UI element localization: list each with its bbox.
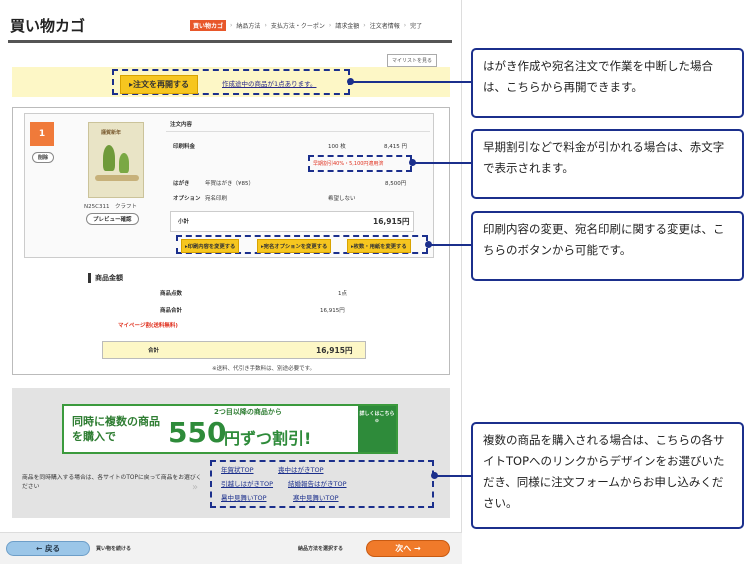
link-kanchu-top[interactable]: 寒中見舞いTOP [293, 492, 339, 502]
mylist-button[interactable]: マイリストを見る [387, 54, 438, 67]
step-payment: 支払方法・クーポン [270, 23, 325, 30]
step-separator-icon: › [230, 22, 233, 29]
back-button[interactable]: ← 戻る [6, 541, 90, 556]
banner-suffix: 円ずつ割引! [224, 429, 312, 448]
callout-discount: 早期割引などで料金が引かれる場合は、赤文字で表示されます。 [471, 129, 744, 199]
shipping-note: ※送料、代引き手数料は、別途必要です。 [212, 366, 316, 372]
summary-count-label: 商品点数 [160, 291, 183, 297]
postcard-price: 8,500円 [385, 181, 407, 187]
arrow-left-icon: ← [36, 544, 45, 553]
link-kekkon-top[interactable]: 結婚報告はがきTOP [288, 478, 347, 488]
summary-heading: 商品金額 [88, 273, 123, 283]
discount-note: 早期割引40%・5,100円適用済 [313, 161, 384, 167]
next-button-label: 次へ [395, 544, 412, 553]
banner-amount: 550 [168, 416, 227, 449]
change-print-button[interactable]: ▸印刷内容を変更する [181, 239, 240, 253]
plant-illustration [103, 145, 115, 171]
promo-text: 商品を同時購入する場合は、各サイトのTOPに戻って商品をお選びください [22, 475, 202, 490]
delete-button[interactable]: 削除 [32, 152, 55, 163]
callout-links: 複数の商品を購入される場合は、こちらの各サイトTOPへのリンクからデザインをお選… [471, 422, 744, 529]
link-mochu-top[interactable]: 喪中はがきTOP [278, 464, 324, 474]
connector-line [350, 81, 471, 83]
link-shochu-top[interactable]: 暑中見舞いTOP [221, 492, 267, 502]
resume-order-button[interactable]: ▸注文を再開する [120, 75, 199, 94]
banner-details-button[interactable]: 詳しくはこちら ⊙ [358, 406, 396, 452]
option-value: 希望しない [328, 196, 356, 202]
step-complete: 完了 [410, 23, 423, 30]
card-thumbnail[interactable]: 謹賀新年 [88, 122, 144, 198]
banner-details-label: 詳しくはこちら [359, 411, 395, 417]
total-value: 16,915円 [316, 346, 353, 355]
step-separator-icon: › [403, 22, 407, 29]
arrow-right-icon: → [411, 544, 421, 553]
arrow-circle-icon: ⊙ [374, 418, 380, 424]
option-desc: 宛名印刷 [205, 196, 228, 202]
step-delivery: 納品方法 [236, 23, 261, 30]
step-separator-icon: › [264, 22, 267, 29]
option-label: オプション [173, 196, 201, 202]
back-button-label: 戻る [44, 544, 60, 553]
content-heading: 注文内容 [166, 120, 430, 132]
print-fee-label: 印刷料金 [173, 144, 196, 150]
print-price: 8,415 円 [384, 144, 407, 150]
double-arrow-icon: » [192, 482, 199, 493]
banner-left-text: 同時に複数の商品を購入で [72, 415, 160, 443]
step-separator-icon: › [328, 22, 332, 29]
ground-illustration [95, 175, 139, 181]
summary-count-value: 1点 [338, 291, 347, 297]
change-quantity-button[interactable]: ▸枚数・用紙を変更する [347, 239, 411, 253]
summary-subtotal-value: 16,915円 [320, 308, 345, 314]
connector-line [428, 244, 471, 246]
step-current: 買い物カゴ [190, 20, 227, 31]
select-delivery-label: 納品方法を選択する [298, 546, 344, 552]
plant-illustration [119, 153, 129, 173]
connector-dot [409, 159, 416, 166]
change-address-option-label: 宛名オプションを変更する [263, 244, 328, 250]
print-qty: 100 枚 [328, 144, 346, 150]
summary-subtotal-label: 商品合計 [160, 308, 183, 314]
subtotal-value: 16,915円 [373, 217, 410, 226]
subtotal-label: 小計 [178, 219, 190, 225]
title-divider [8, 40, 452, 43]
change-print-label: 印刷内容を変更する [187, 244, 236, 250]
step-orderer: 注文者情報 [369, 23, 400, 30]
link-hikkoshi-top[interactable]: 引越しはがきTOP [221, 478, 273, 488]
change-address-option-button[interactable]: ▸宛名オプションを変更する [257, 239, 332, 253]
callout-resume: はがき作成や宛名注文で作業を中断した場合は、こちらから再開できます。 [471, 48, 744, 118]
card-title: 謹賀新年 [101, 130, 122, 136]
postcard-desc: 年賀はがき（¥85） [205, 181, 254, 187]
connector-line [412, 162, 471, 164]
connector-dot [425, 241, 432, 248]
product-code: N25C311 クラフト [84, 204, 137, 210]
connector-line [434, 475, 471, 477]
cart-page: 買い物カゴ 買い物カゴ › 納品方法 › 支払方法・クーポン › 請求金額 › … [0, 0, 462, 564]
step-separator-icon: › [363, 22, 366, 29]
page-title: 買い物カゴ [10, 17, 86, 35]
connector-dot [347, 78, 354, 85]
next-button[interactable]: 次へ → [366, 540, 450, 557]
resume-link[interactable]: 作成途中の商品が1点あります。 [222, 78, 317, 88]
callout-change: 印刷内容の変更、宛名印刷に関する変更は、こちらのボタンから可能です。 [471, 211, 744, 281]
link-nenga-top[interactable]: 年賀状TOP [221, 464, 254, 474]
step-billing: 請求金額 [335, 23, 360, 30]
promo-banner[interactable]: 同時に複数の商品を購入で 2つ目以降の商品から 550 円ずつ割引! [62, 404, 398, 454]
item-number: 1 [30, 122, 54, 146]
checkout-steps: 買い物カゴ › 納品方法 › 支払方法・クーポン › 請求金額 › 注文者情報 … [190, 20, 422, 31]
total-label: 合計 [148, 348, 160, 354]
preview-button[interactable]: プレビュー確認 [86, 213, 139, 225]
mypage-discount: マイページ割(送料無料) [118, 323, 178, 329]
connector-dot [431, 472, 438, 479]
continue-shopping-label: 買い物を続ける [96, 546, 132, 552]
postcard-label: はがき [173, 181, 190, 187]
resume-order-label: 注文を再開する [133, 80, 190, 89]
change-quantity-label: 枚数・用紙を変更する [353, 244, 407, 250]
